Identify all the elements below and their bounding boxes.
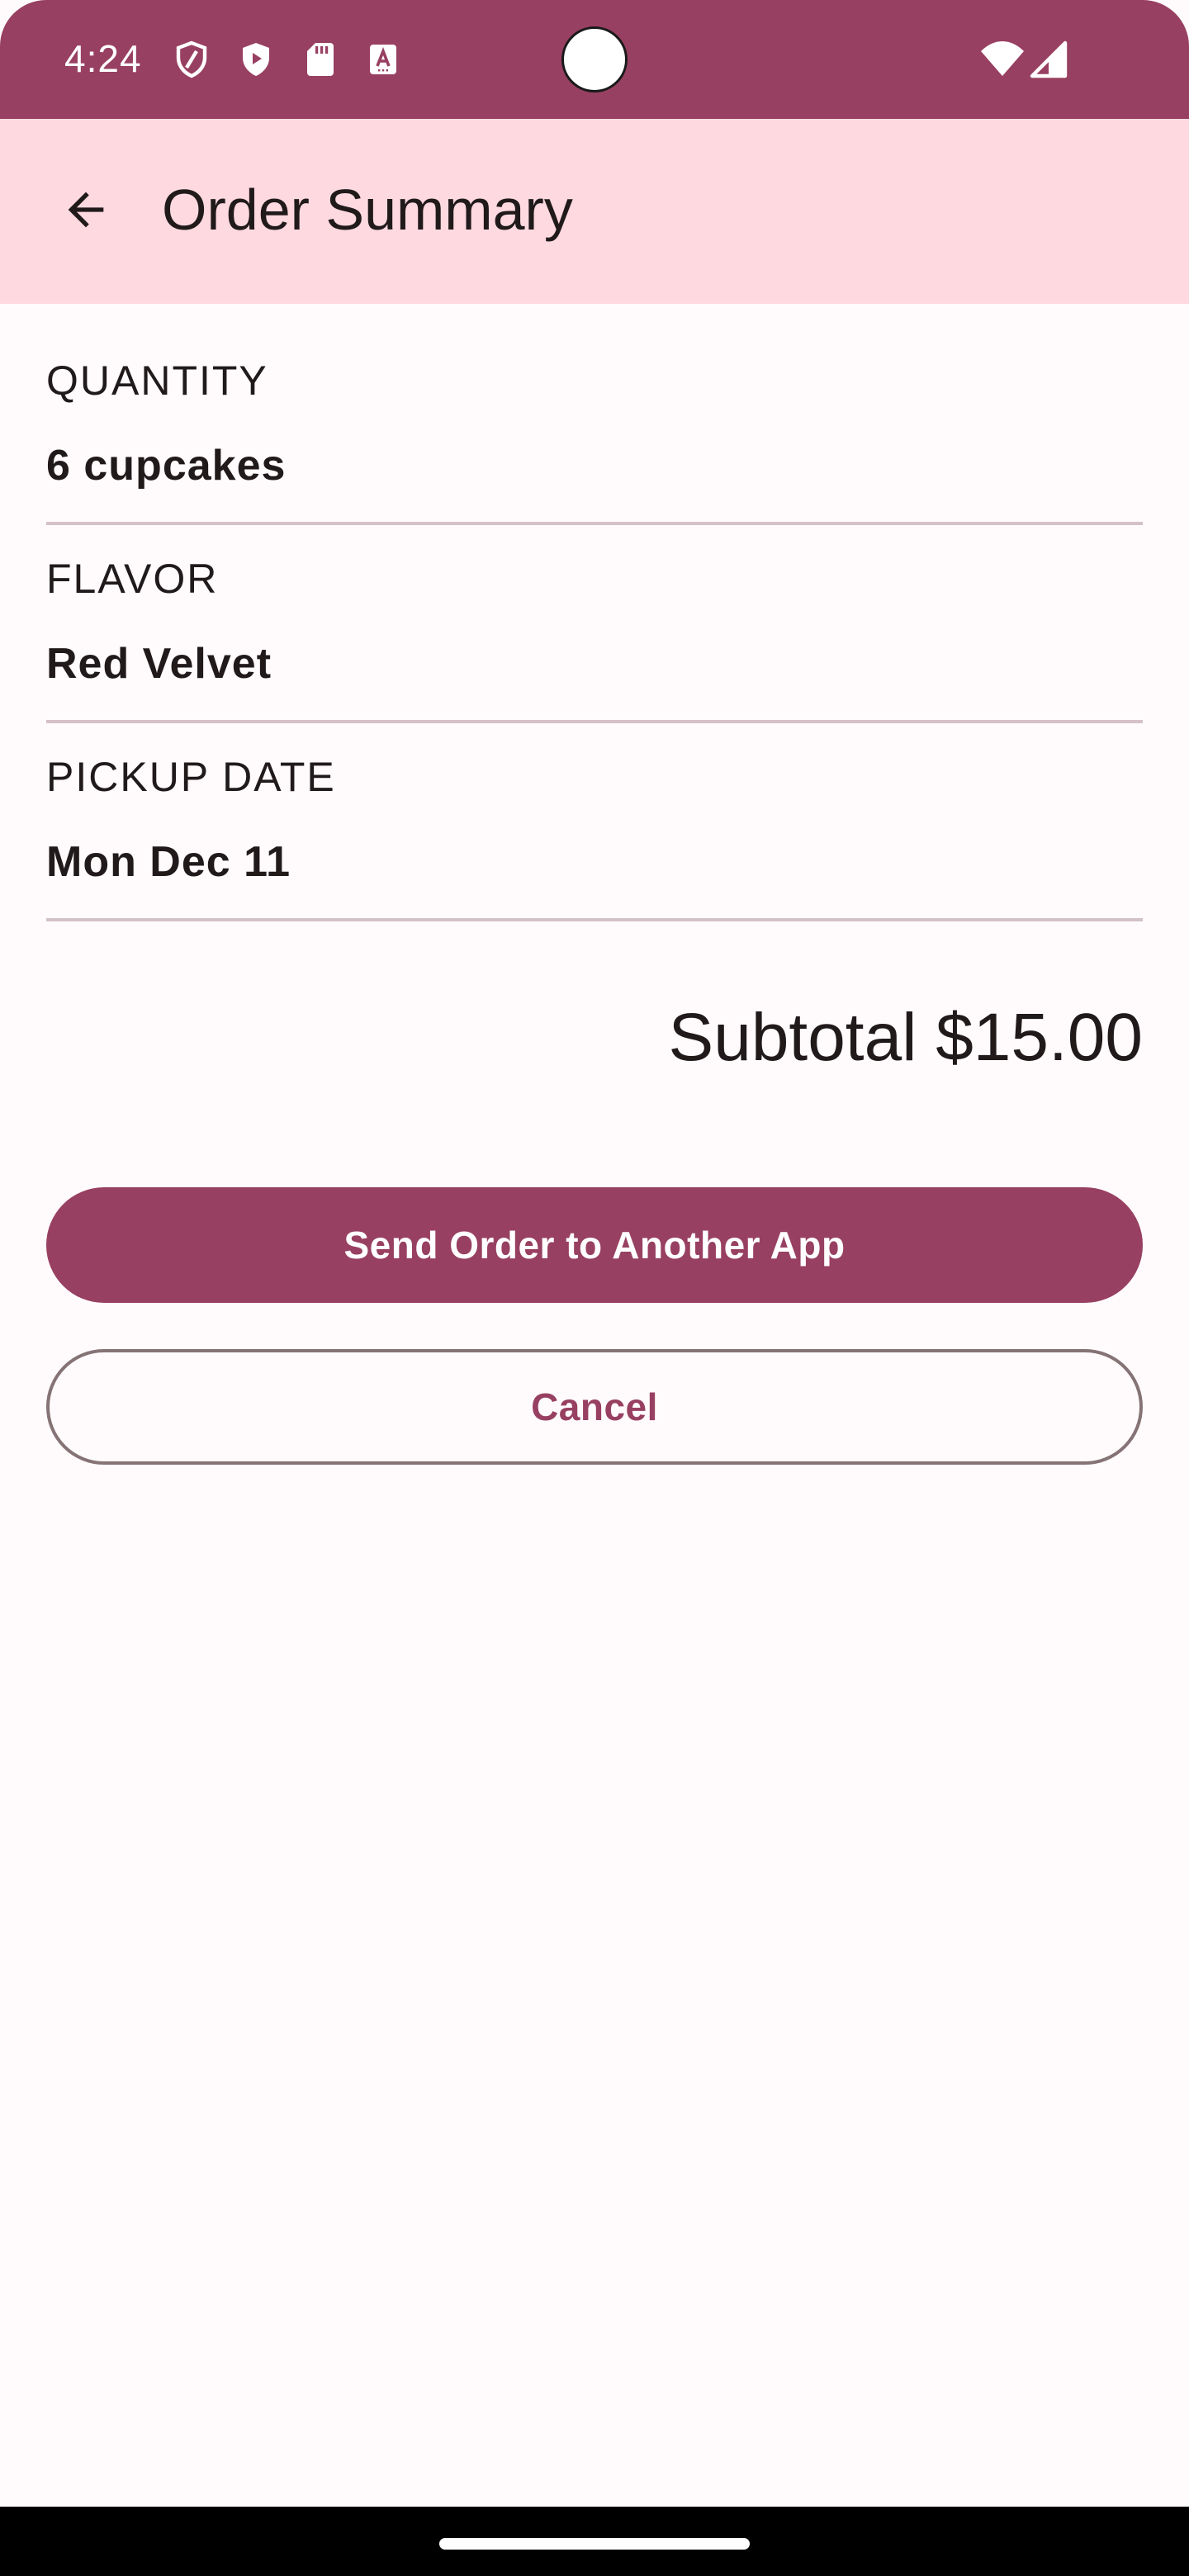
play-shield-icon	[236, 40, 276, 79]
status-bar: 4:24	[0, 0, 1189, 119]
top-app-bar: Order Summary	[0, 119, 1189, 304]
flavor-value: Red Velvet	[46, 640, 272, 688]
quantity-section: QUANTITY 6 cupcakes	[46, 304, 1143, 527]
subtotal-text: Subtotal $15.00	[668, 1000, 1143, 1075]
arrow-back-icon	[59, 183, 112, 240]
sd-card-icon	[301, 40, 340, 79]
wifi-icon	[979, 40, 1026, 79]
send-order-button-label: Send Order to Another App	[343, 1224, 846, 1267]
cancel-button-label: Cancel	[531, 1385, 658, 1428]
status-time: 4:24	[64, 37, 142, 80]
font-icon	[363, 40, 403, 79]
pickup-date-label: PICKUP DATE	[46, 754, 336, 800]
order-summary-screen: 4:24 Order Summary QUANTITY 6 cupcakes F…	[0, 0, 1189, 2576]
shield-icon	[172, 40, 211, 79]
system-navigation-bar	[0, 2507, 1189, 2576]
pickup-date-section: PICKUP DATE Mon Dec 11	[46, 700, 1143, 923]
flavor-section: FLAVOR Red Velvet	[46, 502, 1143, 725]
cancel-button[interactable]: Cancel	[46, 1349, 1143, 1465]
home-gesture-handle[interactable]	[439, 2538, 750, 2550]
send-order-button[interactable]: Send Order to Another App	[46, 1187, 1143, 1303]
signal-icon	[1029, 40, 1068, 79]
quantity-value: 6 cupcakes	[46, 442, 287, 490]
flavor-label: FLAVOR	[46, 556, 219, 602]
pickup-date-value: Mon Dec 11	[46, 838, 291, 886]
back-button[interactable]	[40, 165, 132, 258]
quantity-label: QUANTITY	[46, 358, 268, 404]
divider	[46, 918, 1143, 921]
page-title: Order Summary	[162, 178, 573, 242]
camera-cutout	[561, 26, 628, 92]
